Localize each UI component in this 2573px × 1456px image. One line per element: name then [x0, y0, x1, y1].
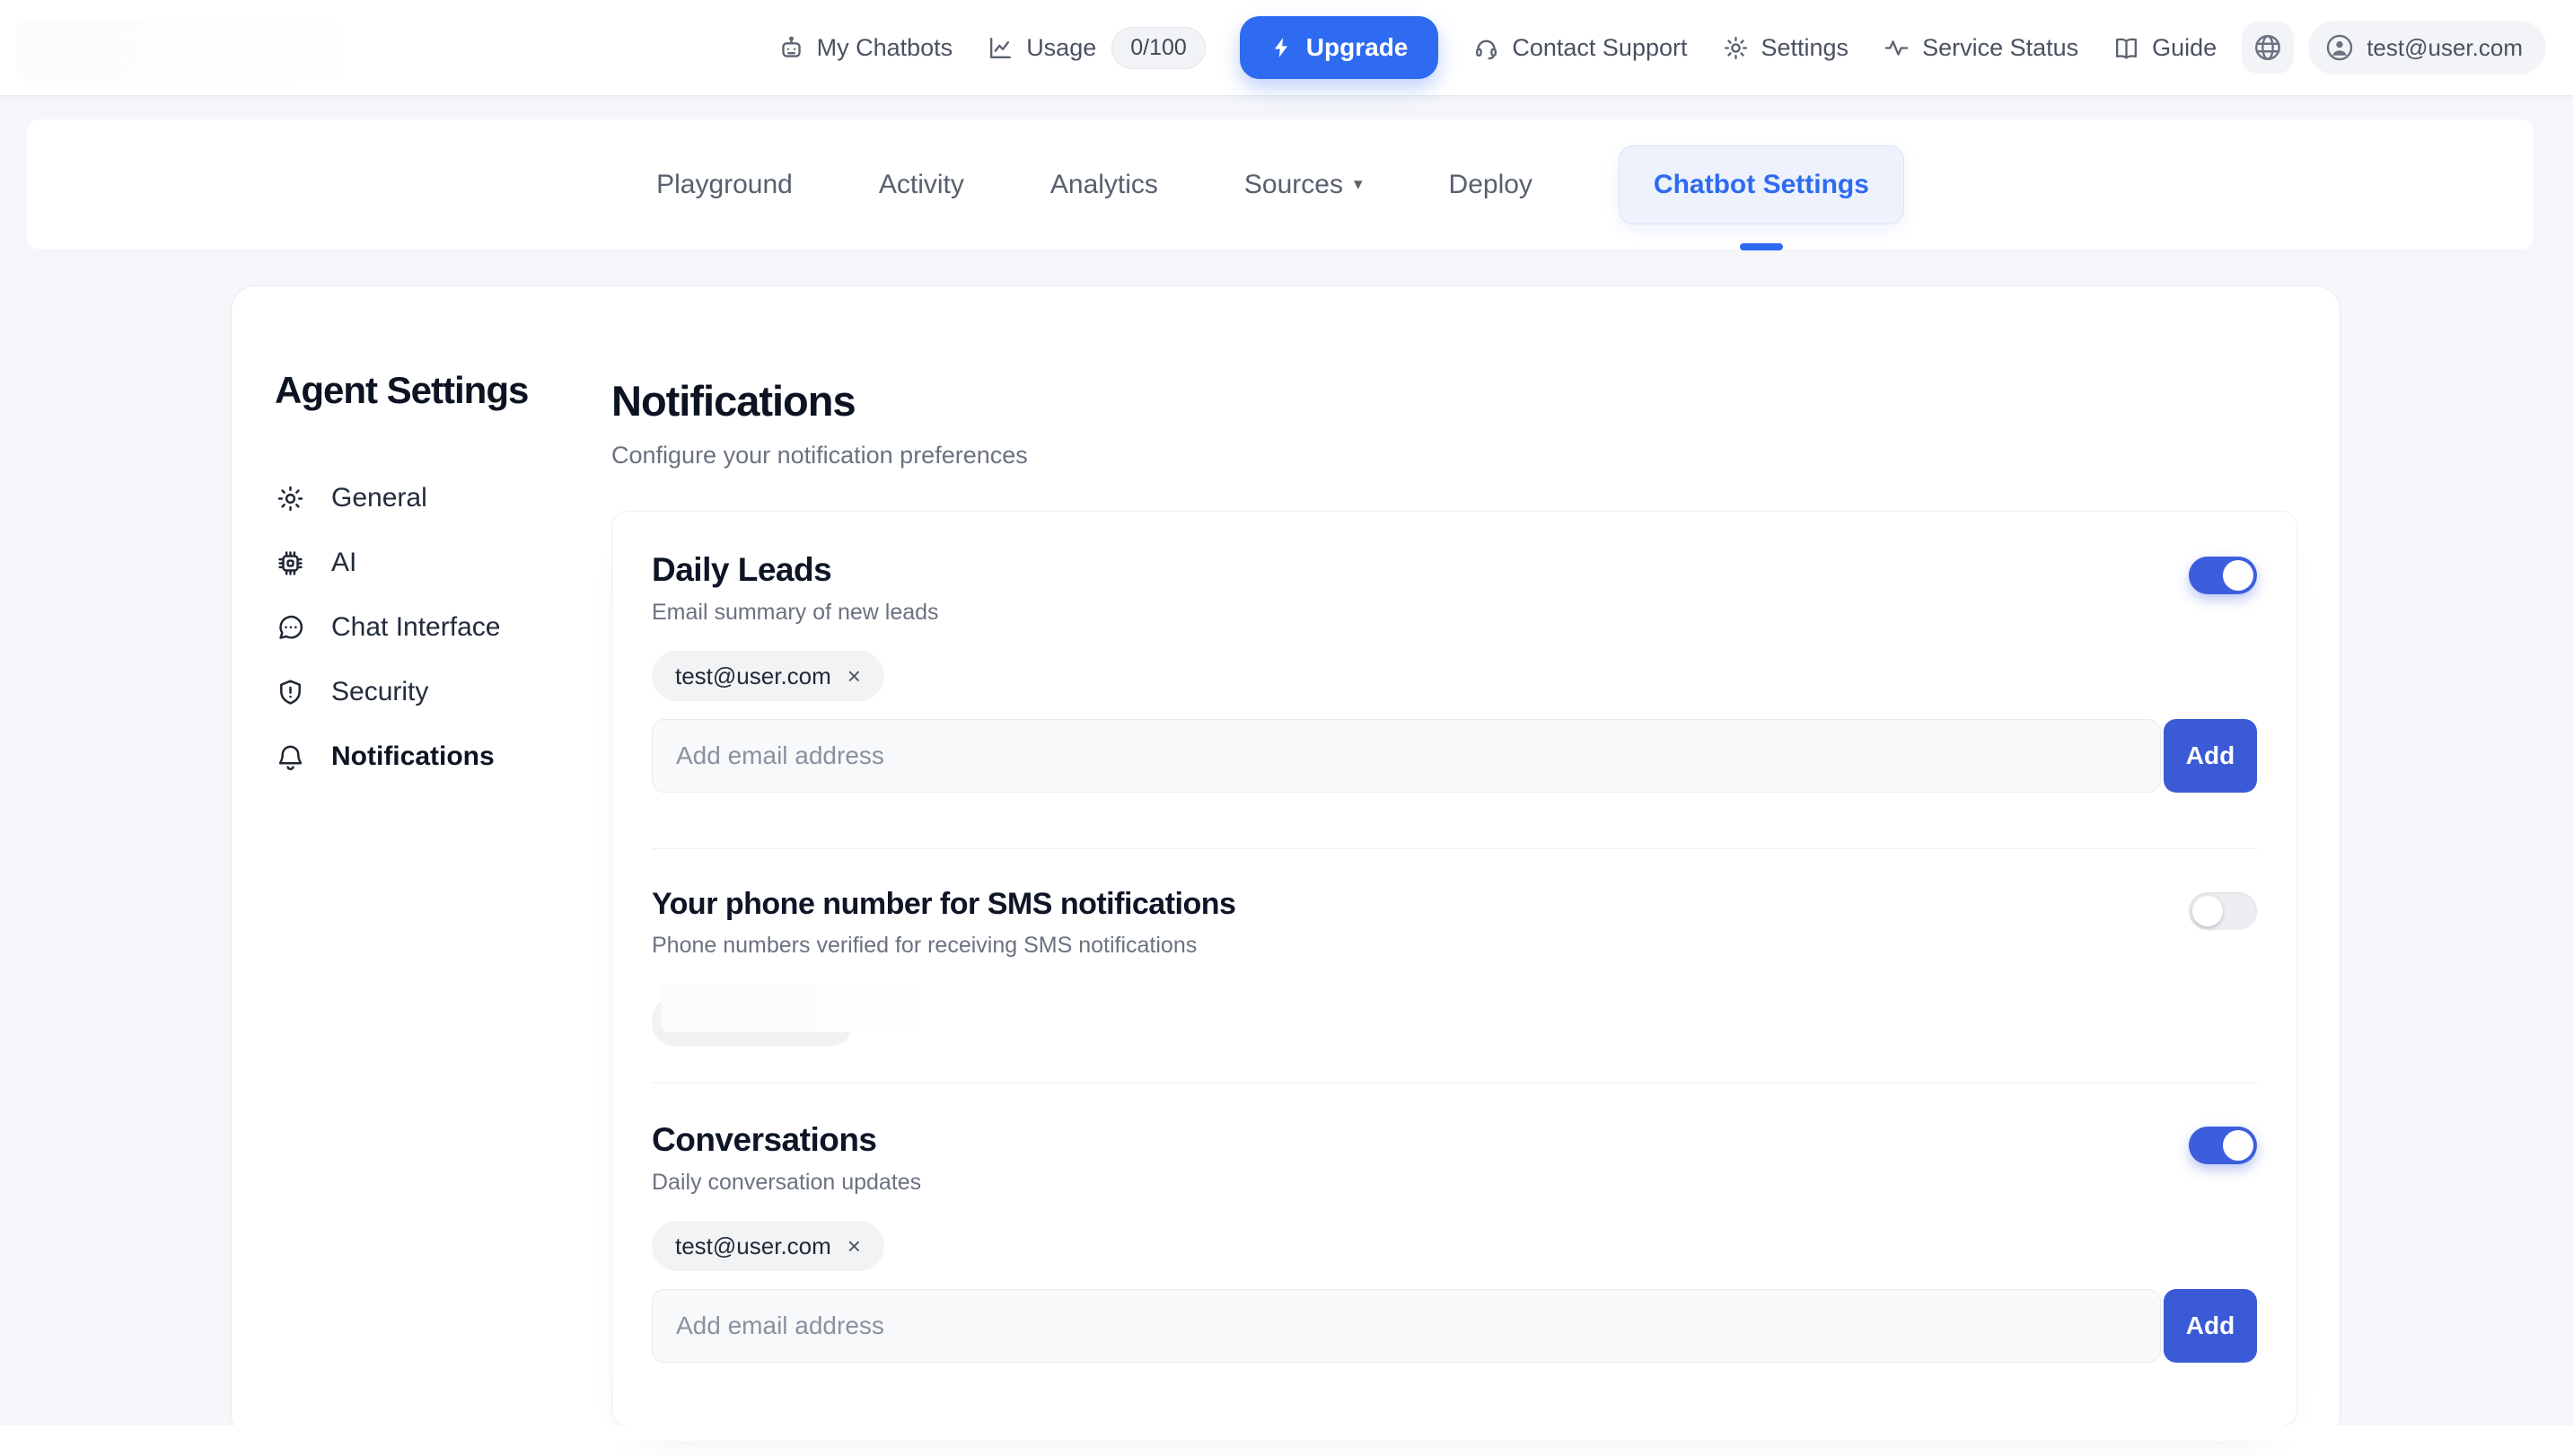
upgrade-label: Upgrade — [1306, 33, 1409, 62]
language-button[interactable] — [2242, 22, 2294, 74]
sms-toggle[interactable] — [2189, 892, 2257, 930]
sidebar-item-ai[interactable]: AI — [275, 531, 580, 595]
email-chip: test@user.com × — [652, 651, 884, 701]
nav-contact-support-label: Contact Support — [1512, 34, 1687, 62]
pulse-icon — [1883, 34, 1910, 62]
sidebar-item-notifications[interactable]: Notifications — [275, 724, 580, 789]
tab-sources-label: Sources — [1244, 170, 1343, 200]
tab-activity-label: Activity — [879, 170, 964, 200]
nav-my-chatbots[interactable]: My Chatbots — [777, 34, 953, 62]
daily-leads-toggle[interactable] — [2189, 557, 2257, 594]
add-email-row: Add — [652, 719, 2257, 793]
line-chart-icon — [987, 34, 1014, 62]
faded-phone-placeholder — [652, 984, 957, 1048]
section-sms: Your phone number for SMS notifications … — [652, 887, 2257, 959]
page-bottom-strip — [0, 1425, 2573, 1441]
sidebar-item-label: Chat Interface — [331, 612, 500, 643]
book-icon — [2112, 34, 2140, 62]
nav-usage-label: Usage — [1026, 34, 1096, 62]
sidebar-item-label: Notifications — [331, 741, 495, 772]
active-tab-indicator — [1740, 243, 1783, 250]
add-email-button[interactable]: Add — [2164, 1289, 2257, 1363]
usage-badge: 0/100 — [1111, 27, 1206, 69]
conversations-toggle[interactable] — [2189, 1127, 2257, 1164]
section-description: Email summary of new leads — [652, 600, 939, 626]
tab-analytics[interactable]: Analytics — [1050, 170, 1158, 200]
page-background: Playground Activity Analytics Sources ▾ … — [0, 96, 2573, 1441]
bell-icon — [275, 741, 306, 773]
tab-chatbot-settings-label: Chatbot Settings — [1654, 170, 1869, 200]
chatbot-tabbar: Playground Activity Analytics Sources ▾ … — [27, 119, 2533, 250]
nav-service-status-label: Service Status — [1922, 34, 2078, 62]
nav-guide[interactable]: Guide — [2112, 34, 2217, 62]
section-title: Your phone number for SMS notifications — [652, 887, 1235, 922]
section-description: Phone numbers verified for receiving SMS… — [652, 933, 1235, 959]
faded-logo-placeholder — [16, 22, 339, 81]
nav-my-chatbots-label: My Chatbots — [817, 34, 953, 62]
email-chip-value: test@user.com — [675, 662, 831, 690]
shield-icon — [275, 677, 306, 708]
notifications-panel: Notifications Configure your notificatio… — [611, 376, 2299, 1426]
sidebar-item-general[interactable]: General — [275, 466, 580, 531]
tab-chatbot-settings[interactable]: Chatbot Settings — [1619, 145, 1904, 224]
section-daily-leads: Daily Leads Email summary of new leads — [652, 551, 2257, 626]
email-input[interactable] — [652, 1289, 2161, 1363]
toggle-knob — [2223, 1130, 2253, 1161]
add-email-button[interactable]: Add — [2164, 719, 2257, 793]
tab-deploy-label: Deploy — [1449, 170, 1532, 200]
page-subtitle: Configure your notification preferences — [611, 442, 2299, 469]
section-title: Daily Leads — [652, 551, 939, 589]
sidebar-title: Agent Settings — [275, 369, 580, 412]
gear-icon — [1722, 34, 1750, 62]
section-conversations: Conversations Daily conversation updates — [652, 1121, 2257, 1196]
nav-settings[interactable]: Settings — [1722, 34, 1849, 62]
email-input[interactable] — [652, 719, 2161, 793]
page-title: Notifications — [611, 376, 2299, 425]
add-email-row: Add — [652, 1289, 2257, 1363]
tab-deploy[interactable]: Deploy — [1449, 170, 1532, 200]
sidebar-item-label: Security — [331, 677, 428, 707]
tab-sources[interactable]: Sources ▾ — [1244, 170, 1363, 200]
section-title: Conversations — [652, 1121, 921, 1159]
caret-down-icon: ▾ — [1354, 174, 1363, 195]
nav-usage[interactable]: Usage 0/100 — [987, 27, 1206, 69]
sidebar-item-label: AI — [331, 548, 356, 578]
agent-settings-sidebar: Agent Settings General — [275, 369, 580, 789]
section-description: Daily conversation updates — [652, 1170, 921, 1196]
notifications-card: Daily Leads Email summary of new leads t… — [611, 511, 2297, 1426]
nav-guide-label: Guide — [2152, 34, 2217, 62]
section-divider — [652, 848, 2257, 849]
globe-icon — [2252, 32, 2283, 63]
bolt-icon — [1270, 36, 1294, 59]
headset-icon — [1472, 34, 1500, 62]
nav-service-status[interactable]: Service Status — [1883, 34, 2078, 62]
tab-playground-label: Playground — [656, 170, 793, 200]
robot-icon — [777, 34, 805, 62]
email-chip: test@user.com × — [652, 1221, 884, 1271]
upgrade-button[interactable]: Upgrade — [1240, 16, 1439, 79]
settings-container: Agent Settings General — [231, 285, 2340, 1441]
nav-settings-label: Settings — [1761, 34, 1849, 62]
chip-icon — [275, 548, 306, 579]
tab-activity[interactable]: Activity — [879, 170, 964, 200]
account-email: test@user.com — [2367, 34, 2523, 62]
chat-bubble-icon — [275, 612, 306, 644]
sidebar-item-chat-interface[interactable]: Chat Interface — [275, 595, 580, 660]
toggle-knob — [2192, 896, 2223, 926]
sidebar-nav: General AI — [275, 466, 580, 789]
email-chip-value: test@user.com — [675, 1232, 831, 1260]
top-navbar: My Chatbots Usage 0/100 Upgrade Conta — [0, 0, 2573, 96]
account-button[interactable]: test@user.com — [2308, 21, 2546, 75]
tab-playground[interactable]: Playground — [656, 170, 793, 200]
remove-email-button[interactable]: × — [847, 664, 861, 688]
user-circle-icon — [2324, 32, 2355, 63]
nav-contact-support[interactable]: Contact Support — [1472, 34, 1687, 62]
toggle-knob — [2223, 560, 2253, 591]
tab-analytics-label: Analytics — [1050, 170, 1158, 200]
sidebar-item-label: General — [331, 483, 427, 513]
remove-email-button[interactable]: × — [847, 1234, 861, 1258]
cog-icon — [275, 483, 306, 514]
sidebar-item-security[interactable]: Security — [275, 660, 580, 724]
